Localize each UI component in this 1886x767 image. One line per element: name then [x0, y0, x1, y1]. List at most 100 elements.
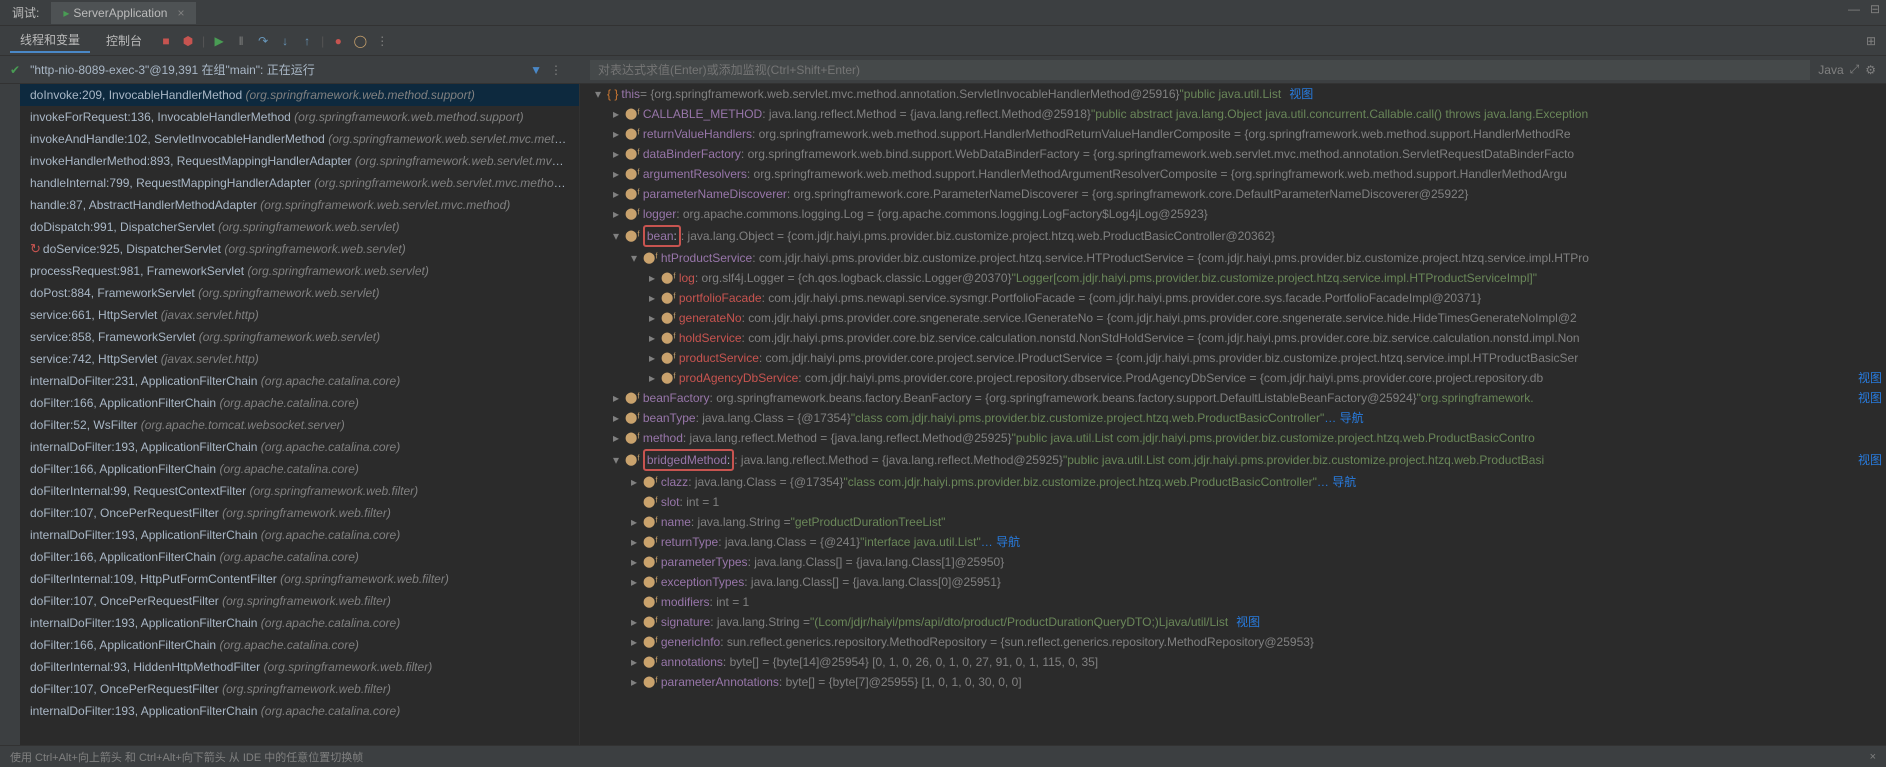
expand-arrow-icon[interactable]: ▸ — [628, 613, 640, 631]
expand-arrow-icon[interactable]: ▸ — [646, 329, 658, 347]
variable-row[interactable]: ▸⬤ᶠparameterNameDiscoverer: org.springfr… — [580, 184, 1886, 204]
expand-arrow-icon[interactable]: ▸ — [628, 653, 640, 671]
debug-tab[interactable]: 调试: — [0, 0, 51, 25]
stack-frame[interactable]: doInvoke:209, InvocableHandlerMethod (or… — [20, 84, 579, 106]
stack-frame[interactable]: doFilterInternal:93, HiddenHttpMethodFil… — [20, 656, 579, 678]
expand-arrow-icon[interactable]: ▾ — [628, 249, 640, 267]
navigate-link[interactable]: … 导航 — [1317, 473, 1356, 491]
mute-bp-icon[interactable]: ◯ — [352, 33, 368, 49]
variable-row[interactable]: ▸⬤ᶠlog: org.slf4j.Logger = {ch.qos.logba… — [580, 268, 1886, 288]
expand-arrow-icon[interactable]: ▸ — [628, 473, 640, 491]
expand-arrow-icon[interactable]: ▸ — [610, 429, 622, 447]
variable-row[interactable]: ▸⬤ᶠgenerateNo: com.jdjr.haiyi.pms.provid… — [580, 308, 1886, 328]
expression-input[interactable] — [590, 60, 1810, 80]
variable-row[interactable]: ⬤ᶠmodifiers: int = 1 — [580, 592, 1886, 612]
expand-icon[interactable]: ⤢ — [1850, 62, 1860, 77]
close-icon[interactable]: × — [1870, 751, 1876, 763]
minimize-icon[interactable]: — — [1848, 2, 1860, 16]
expand-arrow-icon[interactable]: ▸ — [610, 389, 622, 407]
expand-arrow-icon[interactable]: ▸ — [610, 205, 622, 223]
view-link[interactable]: 视图 — [1850, 389, 1882, 407]
stack-frame[interactable]: service:742, HttpServlet (javax.servlet.… — [20, 348, 579, 370]
breakpoint-icon[interactable]: ● — [330, 33, 346, 49]
variable-row[interactable]: ▸⬤ᶠexceptionTypes: java.lang.Class[] = {… — [580, 572, 1886, 592]
view-link[interactable]: 视图 — [1850, 369, 1882, 387]
variable-row[interactable]: ▾⬤ᶠbridgedMethod:: java.lang.reflect.Met… — [580, 448, 1886, 472]
variable-row[interactable]: ▸⬤ᶠclazz: java.lang.Class = {@17354} "cl… — [580, 472, 1886, 492]
stack-frame[interactable]: doFilterInternal:109, HttpPutFormContent… — [20, 568, 579, 590]
stack-frame[interactable]: internalDoFilter:231, ApplicationFilterC… — [20, 370, 579, 392]
stack-frame[interactable]: invokeHandlerMethod:893, RequestMappingH… — [20, 150, 579, 172]
stack-frame[interactable]: ↻doService:925, DispatcherServlet (org.s… — [20, 238, 579, 260]
variable-row[interactable]: ▸⬤ᶠparameterTypes: java.lang.Class[] = {… — [580, 552, 1886, 572]
filter-icon[interactable]: ▼ — [530, 63, 542, 77]
thread-label[interactable]: "http-nio-8089-exec-3"@19,391 在组"main": … — [30, 61, 315, 78]
expand-arrow-icon[interactable]: ▸ — [646, 349, 658, 367]
stack-frame[interactable]: doFilterInternal:99, RequestContextFilte… — [20, 480, 579, 502]
variable-row[interactable]: ▸⬤ᶠprodAgencyDbService: com.jdjr.haiyi.p… — [580, 368, 1886, 388]
stack-frame[interactable]: handle:87, AbstractHandlerMethodAdapter … — [20, 194, 579, 216]
expand-arrow-icon[interactable]: ▸ — [628, 513, 640, 531]
stack-frame[interactable]: service:858, FrameworkServlet (org.sprin… — [20, 326, 579, 348]
expand-arrow-icon[interactable]: ▸ — [646, 309, 658, 327]
expand-arrow-icon[interactable] — [628, 593, 640, 611]
stack-frame[interactable]: internalDoFilter:193, ApplicationFilterC… — [20, 612, 579, 634]
expand-arrow-icon[interactable]: ▸ — [628, 633, 640, 651]
view-link[interactable]: 视图 — [1281, 87, 1313, 101]
variable-row[interactable]: ▸⬤ᶠgenericInfo: sun.reflect.generics.rep… — [580, 632, 1886, 652]
stack-frame[interactable]: doFilter:166, ApplicationFilterChain (or… — [20, 546, 579, 568]
stack-frame[interactable]: doFilter:107, OncePerRequestFilter (org.… — [20, 502, 579, 524]
stack-frame[interactable]: doFilter:107, OncePerRequestFilter (org.… — [20, 678, 579, 700]
stack-frame[interactable]: doFilter:166, ApplicationFilterChain (or… — [20, 458, 579, 480]
navigate-link[interactable]: … 导航 — [1324, 409, 1363, 427]
expand-arrow-icon[interactable]: ▸ — [628, 573, 640, 591]
expand-arrow-icon[interactable]: ▸ — [646, 269, 658, 287]
expand-arrow-icon[interactable]: ▸ — [610, 409, 622, 427]
stack-frame[interactable]: doFilter:107, OncePerRequestFilter (org.… — [20, 590, 579, 612]
expand-arrow-icon[interactable]: ▸ — [610, 165, 622, 183]
lang-label[interactable]: Java — [1818, 63, 1843, 77]
stack-frame[interactable]: doDispatch:991, DispatcherServlet (org.s… — [20, 216, 579, 238]
view-link[interactable]: 视图 — [1228, 615, 1260, 629]
expand-arrow-icon[interactable]: ▾ — [610, 451, 622, 469]
stack-frame[interactable]: internalDoFilter:193, ApplicationFilterC… — [20, 700, 579, 722]
stack-frame[interactable]: invokeForRequest:136, InvocableHandlerMe… — [20, 106, 579, 128]
variable-row[interactable]: ▸⬤ᶠsignature: java.lang.String = "(Lcom/… — [580, 612, 1886, 632]
step-into-icon[interactable]: ↓ — [277, 33, 293, 49]
pause-icon[interactable]: ⬢ — [180, 33, 196, 49]
variable-row[interactable]: ▸⬤ᶠname: java.lang.String = "getProductD… — [580, 512, 1886, 532]
variable-row[interactable]: ▾⬤ᶠbean:: java.lang.Object = {com.jdjr.h… — [580, 224, 1886, 248]
expand-arrow-icon[interactable]: ▾ — [592, 85, 604, 103]
stack-frame[interactable]: doFilter:166, ApplicationFilterChain (or… — [20, 392, 579, 414]
variable-row[interactable]: ▸⬤ᶠbeanFactory: org.springframework.bean… — [580, 388, 1886, 408]
vars-tab[interactable]: 线程和变量 — [10, 28, 90, 53]
variable-row[interactable]: ▸⬤ᶠholdService: com.jdjr.haiyi.pms.provi… — [580, 328, 1886, 348]
variable-row[interactable]: ▸⬤ᶠreturnType: java.lang.Class = {@241} … — [580, 532, 1886, 552]
pause2-icon[interactable]: ‖ — [233, 33, 249, 49]
variable-row[interactable]: ▸⬤ᶠbeanType: java.lang.Class = {@17354} … — [580, 408, 1886, 428]
stack-frame[interactable]: invokeAndHandle:102, ServletInvocableHan… — [20, 128, 579, 150]
stack-frame[interactable]: doFilter:52, WsFilter (org.apache.tomcat… — [20, 414, 579, 436]
variable-row[interactable]: ▾{ }this = {org.springframework.web.serv… — [580, 84, 1886, 104]
stack-frame[interactable]: processRequest:981, FrameworkServlet (or… — [20, 260, 579, 282]
variable-row[interactable]: ⬤ᶠslot: int = 1 — [580, 492, 1886, 512]
expand-arrow-icon[interactable]: ▸ — [610, 125, 622, 143]
navigate-link[interactable]: … 导航 — [981, 533, 1020, 551]
expand-arrow-icon[interactable] — [628, 493, 640, 511]
stack-frame[interactable]: internalDoFilter:193, ApplicationFilterC… — [20, 436, 579, 458]
hide-icon[interactable]: ⊟ — [1870, 2, 1880, 16]
stack-frame[interactable]: handleInternal:799, RequestMappingHandle… — [20, 172, 579, 194]
variable-row[interactable]: ▸⬤ᶠCALLABLE_METHOD: java.lang.reflect.Me… — [580, 104, 1886, 124]
settings-icon[interactable]: ⚙ — [1865, 63, 1876, 77]
stop-icon[interactable]: ■ — [158, 33, 174, 49]
expand-arrow-icon[interactable]: ▸ — [610, 145, 622, 163]
variable-row[interactable]: ▸⬤ᶠargumentResolvers: org.springframewor… — [580, 164, 1886, 184]
expand-arrow-icon[interactable]: ▾ — [610, 227, 622, 245]
step-over-icon[interactable]: ↷ — [255, 33, 271, 49]
resume-icon[interactable]: ▶ — [211, 33, 227, 49]
expand-arrow-icon[interactable]: ▸ — [646, 369, 658, 387]
step-out-icon[interactable]: ↑ — [299, 33, 315, 49]
expand-arrow-icon[interactable]: ▸ — [628, 533, 640, 551]
view-link[interactable]: 视图 — [1850, 451, 1882, 469]
variable-row[interactable]: ▸⬤ᶠproductService: com.jdjr.haiyi.pms.pr… — [580, 348, 1886, 368]
